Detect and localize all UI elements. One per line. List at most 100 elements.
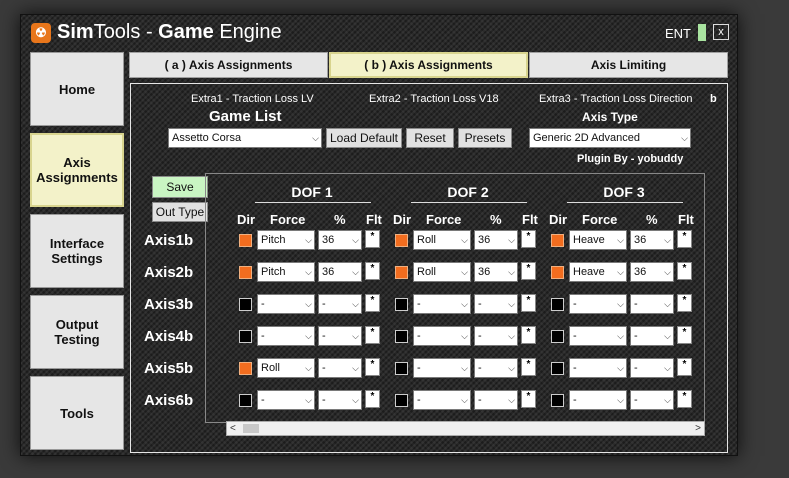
force-select[interactable]: - ⌵ (257, 294, 315, 314)
percent-select[interactable]: - ⌵ (318, 326, 362, 346)
direction-checkbox[interactable] (551, 298, 564, 311)
filter-button[interactable]: * (521, 230, 536, 248)
force-select[interactable]: Roll ⌵ (257, 358, 315, 378)
force-select[interactable]: - ⌵ (413, 390, 471, 410)
direction-checkbox[interactable] (239, 394, 252, 407)
percent-select[interactable]: - ⌵ (318, 358, 362, 378)
direction-checkbox[interactable] (239, 330, 252, 343)
scroll-right-icon[interactable]: > (695, 422, 701, 435)
out-type-button[interactable]: Out Type (152, 202, 208, 222)
direction-checkbox[interactable] (239, 362, 252, 375)
scroll-thumb[interactable] (243, 424, 259, 433)
filter-button[interactable]: * (365, 326, 380, 344)
filter-button[interactable]: * (521, 390, 536, 408)
save-button[interactable]: Save (152, 176, 208, 198)
force-select[interactable]: - ⌵ (569, 294, 627, 314)
axis-type-select[interactable]: Generic 2D Advanced ⌵ (529, 128, 691, 148)
force-select[interactable]: - ⌵ (413, 358, 471, 378)
dof-underline (567, 202, 683, 203)
force-select[interactable]: - ⌵ (257, 390, 315, 410)
tab-axis-assignments-b[interactable]: ( b ) Axis Assignments (329, 52, 528, 78)
direction-checkbox[interactable] (239, 298, 252, 311)
direction-checkbox[interactable] (395, 362, 408, 375)
percent-value: - (634, 362, 638, 374)
percent-select[interactable]: - ⌵ (474, 390, 518, 410)
direction-checkbox[interactable] (551, 394, 564, 407)
nav-interface-settings[interactable]: Interface Settings (30, 214, 124, 288)
percent-select[interactable]: 36 ⌵ (630, 262, 674, 282)
direction-checkbox[interactable] (395, 266, 408, 279)
nav-tools-label: Tools (60, 405, 94, 421)
percent-select[interactable]: - ⌵ (474, 358, 518, 378)
presets-button[interactable]: Presets (458, 128, 512, 148)
filter-button[interactable]: * (521, 326, 536, 344)
force-select[interactable]: - ⌵ (413, 326, 471, 346)
direction-checkbox[interactable] (239, 234, 252, 247)
scroll-left-icon[interactable]: < (230, 422, 236, 435)
force-value: Pitch (261, 266, 286, 278)
filter-button[interactable]: * (521, 358, 536, 376)
load-default-button[interactable]: Load Default (326, 128, 402, 148)
filter-button[interactable]: * (365, 262, 380, 280)
dof-title: DOF 2 (447, 184, 489, 200)
column-header-dir: Dir (393, 212, 412, 227)
force-select[interactable]: - ⌵ (257, 326, 315, 346)
direction-checkbox[interactable] (551, 330, 564, 343)
force-select[interactable]: Roll ⌵ (413, 230, 471, 250)
force-select[interactable]: - ⌵ (569, 390, 627, 410)
percent-select[interactable]: 36 ⌵ (318, 262, 362, 282)
direction-checkbox[interactable] (551, 266, 564, 279)
column-header-force: Force (582, 212, 618, 227)
filter-button[interactable]: * (677, 390, 692, 408)
percent-select[interactable]: - ⌵ (474, 294, 518, 314)
nav-home[interactable]: Home (30, 52, 124, 126)
close-button[interactable]: x (713, 24, 729, 40)
percent-select[interactable]: 36 ⌵ (630, 230, 674, 250)
force-select[interactable]: - ⌵ (569, 358, 627, 378)
filter-button[interactable]: * (677, 230, 692, 248)
filter-button[interactable]: * (677, 358, 692, 376)
nav-output-testing[interactable]: Output Testing (30, 295, 124, 369)
filter-button[interactable]: * (521, 262, 536, 280)
filter-button[interactable]: * (365, 294, 380, 312)
filter-button[interactable]: * (365, 390, 380, 408)
percent-select[interactable]: 36 ⌵ (474, 262, 518, 282)
direction-checkbox[interactable] (395, 394, 408, 407)
percent-select[interactable]: 36 ⌵ (474, 230, 518, 250)
direction-checkbox[interactable] (395, 298, 408, 311)
force-select[interactable]: Heave ⌵ (569, 230, 627, 250)
filter-button[interactable]: * (365, 358, 380, 376)
force-select[interactable]: Pitch ⌵ (257, 262, 315, 282)
percent-select[interactable]: - ⌵ (630, 294, 674, 314)
percent-value: - (322, 298, 326, 310)
percent-select[interactable]: - ⌵ (630, 326, 674, 346)
force-select[interactable]: - ⌵ (569, 326, 627, 346)
percent-select[interactable]: - ⌵ (630, 390, 674, 410)
direction-checkbox[interactable] (395, 234, 408, 247)
filter-button[interactable]: * (521, 294, 536, 312)
filter-button[interactable]: * (677, 294, 692, 312)
percent-select[interactable]: - ⌵ (318, 390, 362, 410)
percent-select[interactable]: - ⌵ (474, 326, 518, 346)
force-select[interactable]: Pitch ⌵ (257, 230, 315, 250)
percent-select[interactable]: - ⌵ (630, 358, 674, 378)
filter-button[interactable]: * (677, 262, 692, 280)
direction-checkbox[interactable] (239, 266, 252, 279)
direction-checkbox[interactable] (551, 362, 564, 375)
force-select[interactable]: Roll ⌵ (413, 262, 471, 282)
direction-checkbox[interactable] (395, 330, 408, 343)
reset-button[interactable]: Reset (406, 128, 454, 148)
filter-button[interactable]: * (365, 230, 380, 248)
horizontal-scrollbar[interactable]: < > (226, 421, 705, 436)
nav-tools[interactable]: Tools (30, 376, 124, 450)
filter-button[interactable]: * (677, 326, 692, 344)
force-select[interactable]: Heave ⌵ (569, 262, 627, 282)
tab-axis-limiting[interactable]: Axis Limiting (529, 52, 728, 78)
force-select[interactable]: - ⌵ (413, 294, 471, 314)
game-list-select[interactable]: Assetto Corsa ⌵ (168, 128, 322, 148)
nav-axis-assignments[interactable]: Axis Assignments (30, 133, 124, 207)
tab-axis-assignments-a[interactable]: ( a ) Axis Assignments (129, 52, 328, 78)
direction-checkbox[interactable] (551, 234, 564, 247)
percent-select[interactable]: - ⌵ (318, 294, 362, 314)
percent-select[interactable]: 36 ⌵ (318, 230, 362, 250)
